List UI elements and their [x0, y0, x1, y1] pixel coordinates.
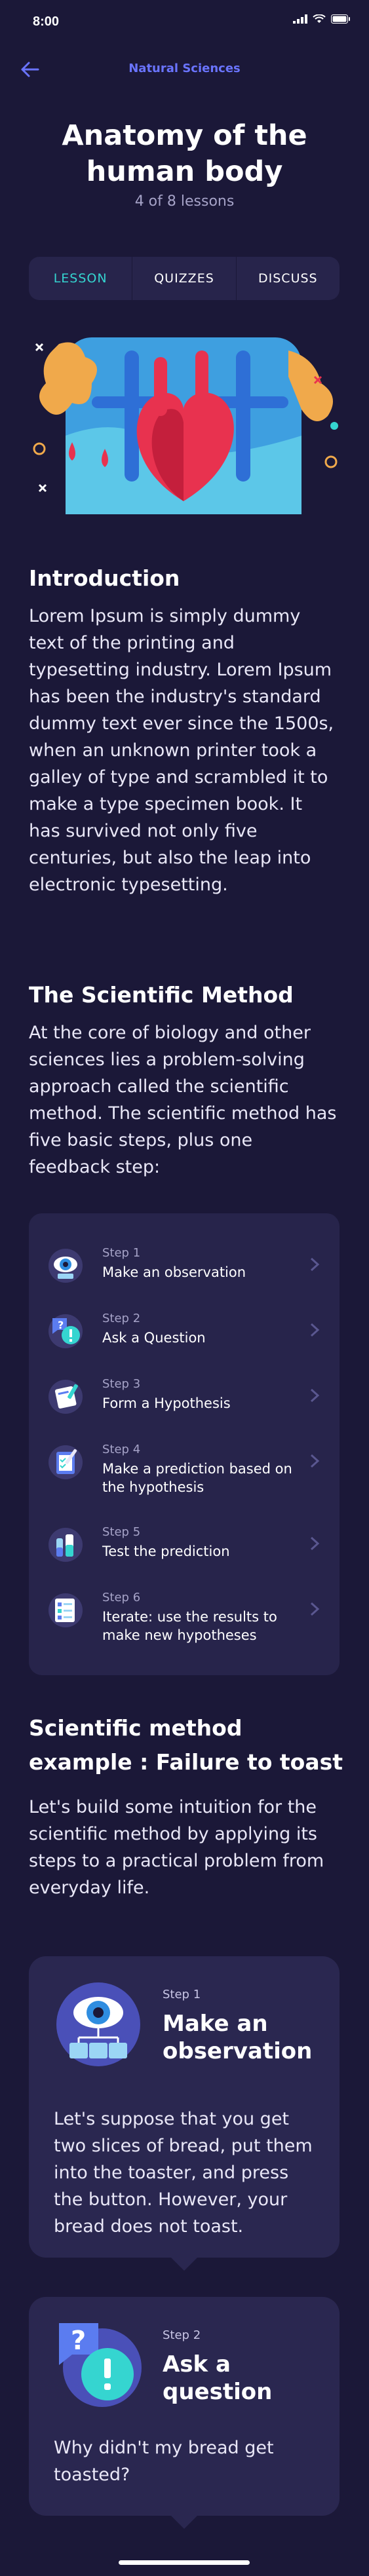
step-row-3[interactable]: Step 3 Form a Hypothesis: [29, 1371, 340, 1430]
battery-icon: [331, 14, 350, 24]
steps-card: Step 1 Make an observation ? Step 2 Ask …: [29, 1213, 340, 1675]
card-notch: [171, 2258, 197, 2271]
chevron-right-icon: [310, 1257, 320, 1272]
lesson-title: Anatomy of the human body: [62, 119, 307, 188]
status-time: 8:00: [33, 14, 60, 29]
step-row-4[interactable]: Step 4 Make a prediction based on the hy…: [29, 1436, 340, 1495]
lesson-progress: 4 of 8 lessons: [134, 193, 235, 210]
example-step-label: Step 1: [163, 1988, 201, 2001]
chevron-right-icon: [310, 1323, 320, 1337]
notebook-icon: [49, 1380, 83, 1414]
method-body: At the core of biology and other science…: [29, 1023, 337, 1177]
eye-observation-icon: [56, 1982, 140, 2066]
example-card-1: Step 1 Make an observation Let's suppose…: [29, 1956, 340, 2271]
step-label: Step 1: [102, 1246, 141, 1260]
checklist-icon: [49, 1445, 83, 1479]
step-row-2[interactable]: ? Step 2 Ask a Question: [29, 1305, 340, 1364]
example-step-body: Let's suppose that you get two slices of…: [54, 2109, 313, 2237]
step-text: Form a Hypothesis: [102, 1395, 231, 1411]
wifi-icon: [313, 14, 326, 23]
svg-text:?: ?: [58, 1319, 64, 1331]
step-text: Test the prediction: [102, 1544, 230, 1559]
question-icon: ?: [49, 1314, 83, 1348]
nav-bar: Natural Sciences: [0, 52, 369, 85]
nav-title: Natural Sciences: [128, 62, 241, 75]
example-step-body: Why didn't my bread get toasted?: [54, 2438, 274, 2485]
step-row-1[interactable]: Step 1 Make an observation: [29, 1240, 340, 1298]
report-icon: [49, 1593, 83, 1627]
eye-icon: [49, 1249, 83, 1283]
example-step-title: Make an observation: [163, 2011, 313, 2064]
lesson-tabs: LESSON QUIZZES DISCUSS: [29, 257, 340, 300]
step-text: Ask a Question: [102, 1330, 206, 1346]
step-label: Step 3: [102, 1377, 141, 1391]
step-label: Step 5: [102, 1525, 141, 1539]
heart-illustration: [33, 337, 338, 514]
chevron-right-icon: [310, 1454, 320, 1468]
example-card-2: ? Step 2 Ask a question Why didn't my br…: [29, 2297, 340, 2529]
step-text: Make a prediction based on the hypothesi…: [102, 1461, 292, 1495]
example-step-title: Ask a question: [163, 2351, 273, 2405]
step-row-5[interactable]: Step 5 Test the prediction: [29, 1519, 340, 1578]
example-heading: Scientific method example : Failure to t…: [29, 1715, 343, 1775]
status-icons: [293, 14, 351, 24]
tab-lesson[interactable]: LESSON: [29, 257, 132, 300]
signal-icon: [293, 14, 307, 24]
example-body: Let's build some intuition for the scien…: [29, 1797, 324, 1898]
card-notch: [171, 2516, 197, 2529]
step-label: Step 6: [102, 1591, 141, 1604]
tab-discuss[interactable]: DISCUSS: [235, 257, 340, 300]
question-illustration-icon: ?: [59, 2323, 142, 2407]
example-step-label: Step 2: [163, 2328, 201, 2342]
method-heading: The Scientific Method: [29, 982, 294, 1008]
intro-heading: Introduction: [29, 565, 180, 591]
step-row-6[interactable]: Step 6 Iterate: use the results to make …: [29, 1584, 340, 1643]
step-text: Make an observation: [102, 1264, 246, 1280]
tab-quizzes[interactable]: QUIZZES: [132, 257, 235, 300]
flask-icon: [49, 1528, 83, 1562]
intro-body: Lorem Ipsum is simply dummy text of the …: [29, 606, 334, 895]
svg-text:?: ?: [71, 2326, 86, 2356]
chevron-right-icon: [310, 1602, 320, 1616]
chevron-right-icon: [310, 1536, 320, 1551]
home-indicator[interactable]: [119, 2560, 250, 2565]
step-label: Step 4: [102, 1443, 141, 1456]
step-text: Iterate: use the results to make new hyp…: [102, 1609, 277, 1643]
chevron-right-icon: [310, 1388, 320, 1403]
status-bar: 8:00: [0, 0, 369, 46]
step-label: Step 2: [102, 1312, 141, 1325]
